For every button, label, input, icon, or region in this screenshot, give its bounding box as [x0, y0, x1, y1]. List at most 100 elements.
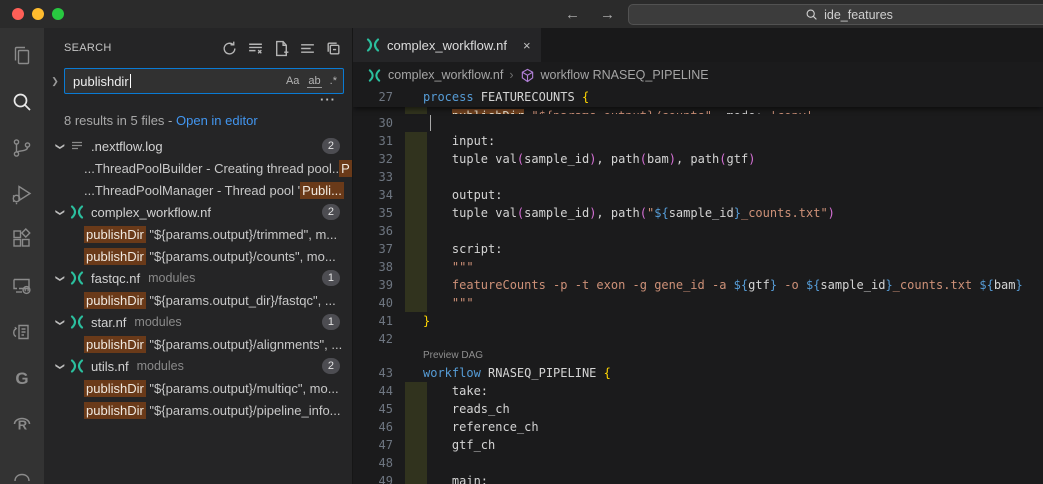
scope-highlight [405, 294, 427, 312]
code-line[interactable]: 43workflow RNASEQ_PIPELINE { [353, 364, 1043, 382]
search-result-match-row[interactable]: publishDir "${params.output}/trimmed", m… [44, 223, 352, 245]
breadcrumb-file[interactable]: complex_workflow.nf [388, 68, 503, 82]
scope-highlight [405, 276, 427, 294]
code-line[interactable]: 48 [353, 454, 1043, 472]
collapse-all-icon[interactable] [325, 40, 342, 57]
code-line[interactable]: 46 reference_ch [353, 418, 1043, 436]
whole-word-toggle[interactable]: ab [307, 75, 321, 88]
code-line[interactable]: 38 """ [353, 258, 1043, 276]
result-count-badge: 1 [322, 314, 340, 330]
close-icon[interactable]: × [523, 39, 531, 52]
search-result-file-row[interactable]: ❯fastqc.nfmodules1 [44, 267, 352, 289]
line-number: 48 [353, 454, 393, 472]
scope-highlight [405, 222, 427, 240]
explorer-icon[interactable] [10, 44, 34, 68]
codelens-preview-dag[interactable]: Preview DAG [353, 348, 1043, 364]
code-editor[interactable]: 27process FEATURECOUNTS { publishDir "${… [353, 88, 1043, 484]
scope-highlight [405, 240, 427, 258]
remote-explorer-icon[interactable] [10, 274, 34, 298]
match-case-toggle[interactable]: Aa [285, 75, 300, 87]
regex-toggle[interactable]: .* [329, 75, 338, 87]
match-highlight: publishDir [84, 402, 146, 419]
clear-results-icon[interactable] [247, 40, 264, 57]
code-line[interactable]: 27process FEATURECOUNTS { [353, 88, 1043, 106]
scope-highlight [405, 472, 427, 484]
document-arrow-icon[interactable] [10, 320, 34, 344]
code-line[interactable]: 42 [353, 330, 1043, 348]
search-panel: SEARCH [44, 28, 352, 484]
view-as-list-icon[interactable] [299, 40, 316, 57]
line-number: 31 [353, 132, 393, 150]
line-number: 35 [353, 204, 393, 222]
match-highlight: P [339, 160, 352, 177]
toggle-replace-chevron-icon[interactable]: ❯ [48, 76, 62, 87]
search-result-match-row[interactable]: publishDir "${params.output_dir}/fastqc"… [44, 289, 352, 311]
breadcrumb-symbol[interactable]: workflow RNASEQ_PIPELINE [541, 68, 709, 82]
refresh-icon[interactable] [221, 40, 238, 57]
clipped-icon[interactable] [10, 458, 34, 482]
chevron-down-icon: ❯ [55, 272, 66, 284]
search-value: publishdir [73, 74, 129, 89]
code-line[interactable]: 32 tuple val(sample_id), path(bam), path… [353, 150, 1043, 168]
search-result-match-row[interactable]: publishDir "${params.output}/multiqc", m… [44, 377, 352, 399]
search-result-match-row[interactable]: ...ThreadPoolManager - Thread pool 'Publ… [44, 179, 352, 201]
line-number: 39 [353, 276, 393, 294]
line-number: 49 [353, 472, 393, 484]
code-line[interactable]: 36 [353, 222, 1043, 240]
code-line[interactable]: 45 reads_ch [353, 400, 1043, 418]
code-line[interactable]: publishDir "${params.output}/counts", mo… [353, 107, 1043, 114]
line-number: 27 [353, 88, 393, 106]
command-center[interactable]: ide_features [628, 4, 1043, 25]
tab-complex-workflow[interactable]: complex_workflow.nf × [353, 28, 541, 62]
code-line[interactable]: 44 take: [353, 382, 1043, 400]
search-result-match-row[interactable]: publishDir "${params.output}/alignments"… [44, 333, 352, 355]
toggle-search-details-button[interactable]: ··· [320, 92, 336, 107]
code-line[interactable]: 40 """ [353, 294, 1043, 312]
search-result-file-row[interactable]: ❯complex_workflow.nf2 [44, 201, 352, 223]
code-line[interactable]: 31 input: [353, 132, 1043, 150]
minimize-window-button[interactable] [32, 8, 44, 20]
forward-button[interactable]: → [600, 6, 615, 23]
g-logo-icon[interactable]: G [10, 366, 34, 390]
code-line[interactable]: 35 tuple val(sample_id), path("${sample_… [353, 204, 1043, 222]
line-number [353, 107, 393, 114]
search-result-file-row[interactable]: ❯ utils.nf modules 2 [44, 355, 352, 377]
file-name: complex_workflow.nf [91, 205, 211, 220]
r-logo-icon[interactable]: R [10, 412, 34, 436]
back-button[interactable]: ← [565, 6, 580, 23]
run-debug-icon[interactable] [10, 182, 34, 206]
zoom-window-button[interactable] [52, 8, 64, 20]
search-result-match-row[interactable]: publishDir "${params.output}/pipeline_in… [44, 399, 352, 421]
nextflow-icon [69, 270, 85, 286]
text-cursor [430, 115, 431, 131]
svg-text:R: R [18, 418, 28, 433]
search-result-file-row[interactable]: ❯star.nfmodules1 [44, 311, 352, 333]
search-result-match-row[interactable]: publishDir "${params.output}/counts", mo… [44, 245, 352, 267]
code-line[interactable]: 33 [353, 168, 1043, 186]
sticky-scroll-line[interactable]: 27process FEATURECOUNTS { [353, 88, 1043, 107]
results-summary: 8 results in 5 files - Open in editor [44, 108, 352, 133]
chevron-down-icon: ❯ [55, 206, 66, 218]
new-search-editor-icon[interactable] [273, 40, 290, 57]
open-in-editor-link[interactable]: Open in editor [176, 113, 258, 128]
line-number: 36 [353, 222, 393, 240]
file-name: utils.nf [91, 359, 129, 374]
code-line[interactable]: 39 featureCounts -p -t exon -g gene_id -… [353, 276, 1043, 294]
code-line[interactable]: 34 output: [353, 186, 1043, 204]
source-control-icon[interactable] [10, 136, 34, 160]
code-line[interactable]: 47 gtf_ch [353, 436, 1043, 454]
search-icon[interactable] [10, 90, 34, 114]
extensions-icon[interactable] [10, 228, 34, 252]
code-line[interactable]: 30 [353, 114, 1043, 132]
search-result-match-row[interactable]: ...ThreadPoolBuilder - Creating thread p… [44, 157, 352, 179]
scope-highlight [405, 186, 427, 204]
chevron-down-icon: ❯ [55, 360, 66, 372]
code-line[interactable]: 37 script: [353, 240, 1043, 258]
code-line[interactable]: 49 main: [353, 472, 1043, 484]
search-input[interactable]: publishdir Aa ab .* [64, 68, 344, 94]
result-count-badge: 2 [322, 358, 340, 374]
code-line[interactable]: 41} [353, 312, 1043, 330]
close-window-button[interactable] [12, 8, 24, 20]
file-location: modules [137, 359, 184, 373]
search-result-file-row[interactable]: ❯.nextflow.log2 [44, 135, 352, 157]
